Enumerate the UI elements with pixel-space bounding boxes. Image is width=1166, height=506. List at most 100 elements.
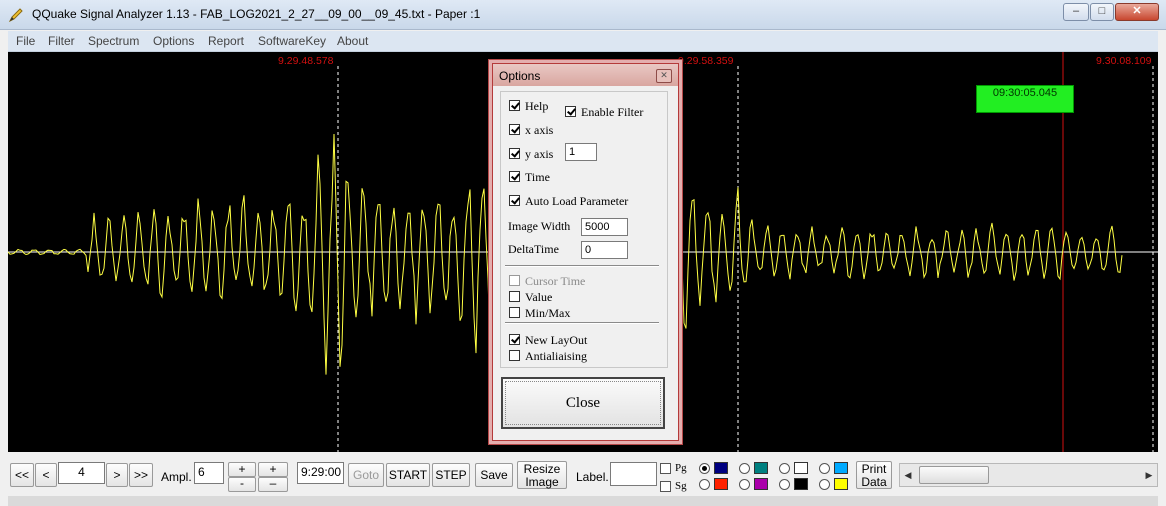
new-layout-option[interactable]: New LayOut <box>509 333 587 347</box>
minmax-option[interactable]: Min/Max <box>509 306 570 320</box>
color-swatch[interactable] <box>754 478 768 490</box>
time-option[interactable]: Time <box>509 170 550 184</box>
menu-softwarekey[interactable]: SoftwareKey <box>258 34 326 48</box>
close-window-button[interactable]: ✕ <box>1115 3 1159 21</box>
menu-bar: File Filter Spectrum Options Report Soft… <box>8 31 1158 52</box>
time-label: 9.29.48.578 <box>278 55 334 67</box>
color-radio[interactable] <box>779 479 790 490</box>
enable-filter-checkbox[interactable] <box>565 106 576 117</box>
y-axis-option[interactable]: y axis <box>509 147 553 161</box>
help-label: Help <box>525 99 549 113</box>
color-radio[interactable] <box>819 463 830 474</box>
time-input[interactable]: 9:29:00 <box>297 462 344 484</box>
first-page-button[interactable]: << <box>10 463 34 487</box>
color-swatch[interactable] <box>834 462 848 474</box>
help-checkbox[interactable] <box>509 100 520 111</box>
ampl-plus-button[interactable]: + <box>228 462 256 477</box>
color-radio[interactable] <box>739 463 750 474</box>
pg-checkbox[interactable] <box>660 463 671 474</box>
enable-filter-option[interactable]: Enable Filter <box>565 105 643 119</box>
delta-time-input[interactable]: 0 <box>581 241 628 259</box>
menu-options[interactable]: Options <box>153 34 194 48</box>
image-width-input[interactable]: 5000 <box>581 218 628 236</box>
time-label: 9.29.58.359 <box>678 55 734 67</box>
options-dialog-titlebar[interactable]: Options ✕ <box>493 64 678 86</box>
maximize-button[interactable]: □ <box>1090 3 1114 21</box>
x-axis-label: x axis <box>525 123 554 137</box>
color-radio[interactable] <box>739 479 750 490</box>
enable-filter-label: Enable Filter <box>581 105 644 119</box>
menu-about[interactable]: About <box>337 34 368 48</box>
sg-label: Sg <box>675 480 687 492</box>
options-dialog: Options ✕ Help Enable Filter x axis y ax… <box>492 63 679 441</box>
options-dialog-title: Options <box>499 69 541 83</box>
sg-checkbox[interactable] <box>660 481 671 492</box>
separator <box>505 265 659 267</box>
value-option[interactable]: Value <box>509 290 552 304</box>
time-label: 9.30.08.109 <box>1096 55 1152 67</box>
help-option[interactable]: Help <box>509 99 548 113</box>
step-button[interactable]: STEP <box>432 463 470 487</box>
y-axis-checkbox[interactable] <box>509 148 520 159</box>
page-number-input[interactable]: 4 <box>58 462 105 484</box>
dialog-close-icon[interactable]: ✕ <box>656 69 672 83</box>
last-page-button[interactable]: >> <box>129 463 153 487</box>
cursor-time-label: Cursor Time <box>525 274 586 288</box>
label-label: Label. <box>576 470 609 484</box>
color-swatch[interactable] <box>754 462 768 474</box>
print-data-button[interactable]: Print Data <box>856 461 892 489</box>
color-radio[interactable] <box>819 479 830 490</box>
new-layout-label: New LayOut <box>525 333 588 347</box>
zoom-plus-button[interactable]: + <box>258 462 288 477</box>
color-radio[interactable] <box>779 463 790 474</box>
print-data-line2: Data <box>861 475 887 489</box>
time-label-opt: Time <box>525 170 550 184</box>
next-page-button[interactable]: > <box>106 463 128 487</box>
value-checkbox[interactable] <box>509 291 520 302</box>
x-axis-checkbox[interactable] <box>509 124 520 135</box>
color-swatch[interactable] <box>794 462 808 474</box>
minmax-checkbox[interactable] <box>509 307 520 318</box>
title-bar: QQuake Signal Analyzer 1.13 - FAB_LOG202… <box>0 0 1166 30</box>
color-swatch[interactable] <box>834 478 848 490</box>
color-swatch[interactable] <box>714 462 728 474</box>
resize-image-button[interactable]: Resize Image <box>517 461 567 489</box>
dialog-close-button[interactable]: Close <box>501 377 665 429</box>
color-radio[interactable] <box>699 479 710 490</box>
menu-report[interactable]: Report <box>208 34 244 48</box>
menu-spectrum[interactable]: Spectrum <box>88 34 139 48</box>
menu-file[interactable]: File <box>16 34 35 48</box>
start-button[interactable]: START <box>386 463 430 487</box>
ampl-minus-button[interactable]: - <box>228 477 256 492</box>
y-axis-label: y axis <box>525 147 554 161</box>
scroll-left-icon[interactable]: ◀ <box>900 464 916 486</box>
options-panel: Help Enable Filter x axis y axis 1 Time … <box>500 91 668 368</box>
resize-image-line2: Image <box>525 475 559 489</box>
auto-load-option[interactable]: Auto Load Parameter <box>509 194 628 208</box>
cursor-time-box: 09:30:05.045 <box>976 85 1074 113</box>
delta-time-label: DeltaTime <box>508 242 559 256</box>
save-button[interactable]: Save <box>475 463 513 487</box>
color-radio[interactable] <box>699 463 710 474</box>
time-checkbox[interactable] <box>509 171 520 182</box>
color-swatch[interactable] <box>714 478 728 490</box>
auto-load-label: Auto Load Parameter <box>525 194 629 208</box>
new-layout-checkbox[interactable] <box>509 334 520 345</box>
x-axis-option[interactable]: x axis <box>509 123 553 137</box>
scroll-right-icon[interactable]: ▶ <box>1141 464 1157 486</box>
antialias-checkbox[interactable] <box>509 350 520 361</box>
prev-page-button[interactable]: < <box>35 463 57 487</box>
separator <box>505 322 659 324</box>
auto-load-checkbox[interactable] <box>509 195 520 206</box>
label-input[interactable] <box>610 462 657 486</box>
horizontal-scrollbar[interactable]: ◀ ▶ <box>899 463 1158 487</box>
goto-button: Goto <box>348 463 384 487</box>
scroll-thumb[interactable] <box>919 466 989 484</box>
zoom-minus-button[interactable]: – <box>258 477 288 492</box>
y-axis-input[interactable]: 1 <box>565 143 597 161</box>
ampl-input[interactable]: 6 <box>194 462 224 484</box>
minimize-button[interactable]: – <box>1063 3 1089 21</box>
antialias-option[interactable]: Antialiaising <box>509 349 587 363</box>
menu-filter[interactable]: Filter <box>48 34 75 48</box>
color-swatch[interactable] <box>794 478 808 490</box>
